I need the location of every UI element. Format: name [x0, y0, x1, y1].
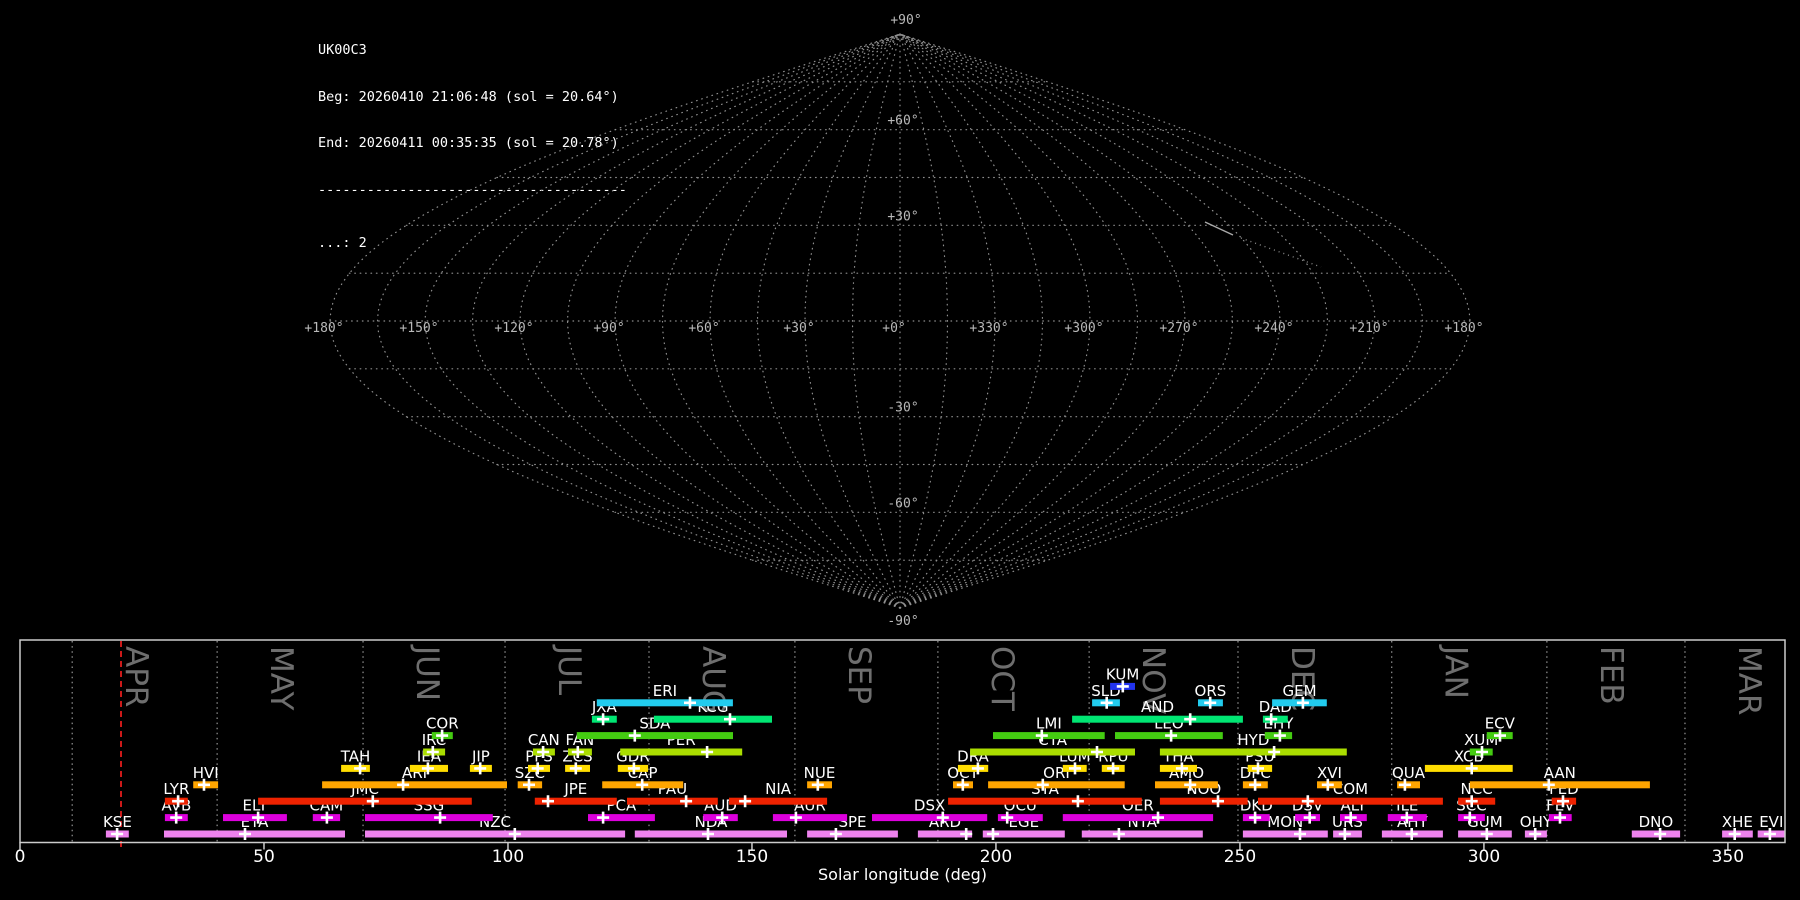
shower-label-DNO: DNO	[1639, 813, 1674, 831]
shower-bar-PAU	[627, 798, 718, 805]
shower-bar-NTA	[1082, 831, 1203, 838]
meteor-observation-screen: UK00C3 Beg: 20260410 21:06:48 (sol = 20.…	[0, 0, 1800, 900]
shower-bar-JMC	[258, 798, 472, 805]
sky-latitude-label: +60°	[887, 114, 918, 129]
sky-longitude-label: +210°	[1349, 321, 1388, 336]
sky-latitude-label: -60°	[887, 496, 918, 511]
axis-tick-label: 350	[1712, 847, 1744, 867]
shower-label-HVI: HVI	[193, 764, 219, 782]
month-label: MAR	[1731, 646, 1767, 716]
shower-bar-NZC	[365, 831, 625, 838]
sky-longitude-label: +120°	[494, 321, 533, 336]
month-label: JUL	[551, 644, 587, 696]
peak-marker-NIA	[739, 795, 751, 807]
shower-bar-HYD	[1160, 749, 1347, 756]
sky-latitude-label: -30°	[887, 401, 918, 416]
shower-label-HYD: HYD	[1237, 731, 1269, 749]
month-label: FEB	[1593, 646, 1629, 705]
sky-latitude-label: +30°	[887, 209, 918, 224]
shower-bar-COM	[1258, 798, 1443, 805]
shower-bar-ERI	[597, 699, 733, 706]
sky-longitude-label: +0°	[882, 321, 905, 336]
meteor-trail	[1241, 238, 1321, 267]
shower-label-LYR: LYR	[163, 780, 189, 798]
sky-pole-bottom-label: -90°	[887, 614, 918, 629]
shower-bar-SPE	[807, 831, 898, 838]
peak-marker-NTA	[1113, 828, 1125, 840]
x-axis-title: Solar longitude (deg)	[818, 865, 987, 884]
shower-label-JPE: JPE	[563, 780, 587, 798]
shower-label-XVI: XVI	[1317, 764, 1342, 782]
shower-bar-STA	[948, 798, 1142, 805]
axis-tick-label: 100	[492, 847, 524, 867]
shower-bar-DSX	[872, 814, 987, 821]
axis-tick-label: 300	[1468, 847, 1500, 867]
shower-bar-KCG	[654, 716, 772, 723]
axis-tick-label: 250	[1224, 847, 1256, 867]
shower-label-LMI: LMI	[1036, 715, 1062, 733]
sky-longitude-label: +60°	[688, 321, 719, 336]
shower-bar-CTA	[970, 749, 1135, 756]
shower-label-NIA: NIA	[765, 780, 792, 798]
shower-label-ERI: ERI	[653, 682, 677, 700]
axis-tick-label: 50	[253, 847, 275, 867]
peak-marker-AND	[1184, 713, 1196, 725]
shower-bar-AAN	[1470, 781, 1650, 788]
shower-bar-SDA	[577, 732, 733, 739]
peak-marker-JPE	[542, 795, 554, 807]
axis-tick-label: 0	[15, 847, 26, 867]
peak-marker-EGE	[987, 828, 999, 840]
peak-marker-ARD	[960, 828, 972, 840]
sky-longitude-label: +300°	[1064, 321, 1103, 336]
shower-bar-ARI	[322, 781, 507, 788]
shower-bar-PER	[620, 749, 742, 756]
shower-bar-LMI	[993, 732, 1105, 739]
shower-bar-OER	[1063, 814, 1213, 821]
month-label: MAY	[263, 646, 299, 711]
sky-longitude-label: +30°	[783, 321, 814, 336]
shower-bar-AUR	[773, 814, 847, 821]
shower-label-GEM: GEM	[1282, 682, 1316, 700]
axis-tick-label: 150	[736, 847, 768, 867]
month-label: OCT	[984, 646, 1020, 712]
shower-bar-ETA	[164, 831, 345, 838]
peak-marker-STA	[1072, 795, 1084, 807]
peak-marker-ERI	[684, 697, 696, 709]
sky-longitude-label: +90°	[593, 321, 624, 336]
sky-map-and-activity-timeline: +90° -90° +60° +30° -30° -60° +180° +150° +120° +…	[0, 0, 1800, 900]
shower-label-QUA: QUA	[1392, 764, 1426, 782]
shower-label-EVI: EVI	[1759, 813, 1783, 831]
shower-bar-ORI	[988, 781, 1125, 788]
sky-longitude-label: +330°	[969, 321, 1008, 336]
sky-longitude-label: +180°	[1444, 321, 1483, 336]
shower-bar-MON	[1243, 831, 1328, 838]
shower-label-NUE: NUE	[804, 764, 836, 782]
sky-longitude-label: +240°	[1254, 321, 1293, 336]
sky-longitude-label: +270°	[1159, 321, 1198, 336]
month-label: JAN	[1438, 644, 1474, 699]
month-label: JUN	[409, 644, 445, 701]
meteor-trail	[1205, 222, 1233, 235]
sky-longitude-label: +150°	[399, 321, 438, 336]
shower-label-XHE: XHE	[1722, 813, 1753, 831]
shower-label-DSX: DSX	[914, 797, 945, 815]
sky-pole-top-label: +90°	[890, 13, 921, 28]
month-label: APR	[118, 646, 154, 707]
shower-label-AND: AND	[1141, 698, 1174, 716]
sky-longitude-label: +180°	[304, 321, 343, 336]
shower-bar-AND	[1072, 716, 1243, 723]
shower-label-TAH: TAH	[340, 747, 371, 765]
axis-tick-label: 200	[980, 847, 1012, 867]
shower-bar-NOO	[1160, 798, 1248, 805]
month-label: SEP	[841, 646, 877, 704]
shower-bar-SSG	[365, 814, 493, 821]
peak-marker-PER	[701, 746, 713, 758]
